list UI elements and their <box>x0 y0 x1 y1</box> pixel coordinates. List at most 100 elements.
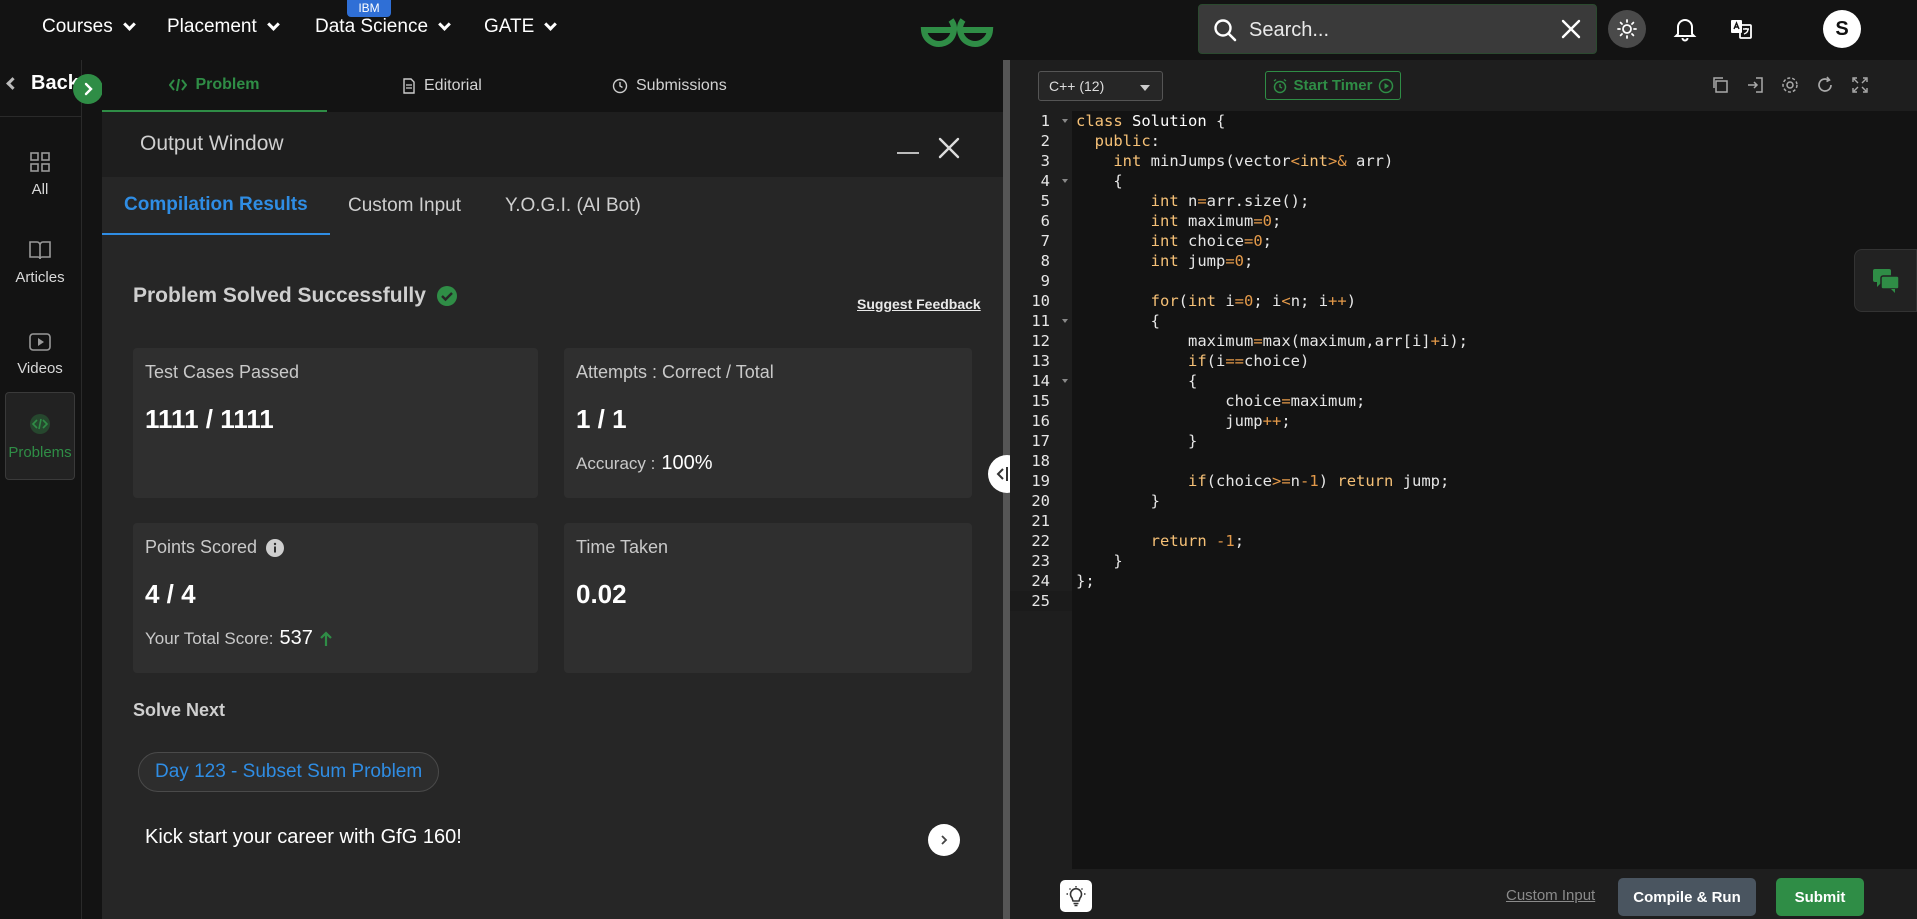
output-tabs: Compilation Results Custom Input Y.O.G.I… <box>102 177 1005 235</box>
user-avatar[interactable]: S <box>1823 10 1861 48</box>
kickstart-banner-text: Kick start your career with GfG 160! <box>145 826 462 848</box>
close-output-button[interactable] <box>937 136 961 165</box>
code-line: maximum=max(maximum,arr[i]+i); <box>1076 332 1468 350</box>
points-value: 4 / 4 <box>145 579 196 609</box>
sidebar-item-problems[interactable]: Problems <box>5 392 75 480</box>
chevron-down-icon <box>266 18 280 31</box>
sidebar-item-videos[interactable]: Videos <box>5 310 75 398</box>
fold-arrow-icon[interactable] <box>1062 179 1068 183</box>
ibm-badge: IBM <box>347 0 391 17</box>
points-label: Points Scored <box>145 537 258 557</box>
output-window-header: Output Window <box>102 112 1005 177</box>
tab-submissions-label: Submissions <box>636 77 727 94</box>
language-select[interactable]: C++ (12) <box>1038 71 1163 101</box>
sidebar-item-all[interactable]: All <box>5 130 75 218</box>
sidebar-item-articles[interactable]: Articles <box>5 218 75 306</box>
minimize-button[interactable] <box>897 152 919 154</box>
nav-placement-label: Placement <box>167 16 257 37</box>
code-line: int choice=0; <box>1150 232 1273 250</box>
line-number: 7 <box>1040 232 1050 250</box>
search-input[interactable] <box>1249 15 1539 45</box>
alarm-icon <box>1273 78 1286 93</box>
nav-gate[interactable]: GATE <box>484 16 558 38</box>
line-number: 22 <box>1031 532 1050 550</box>
notification-button[interactable] <box>1666 10 1704 48</box>
code-line: if(i==choice) <box>1187 352 1310 370</box>
next-problem-chip[interactable]: Day 123 - Subset Sum Problem <box>138 752 440 792</box>
start-timer-button[interactable]: Start Timer <box>1265 71 1401 100</box>
line-number: 24 <box>1031 572 1050 590</box>
time-value: 0.02 <box>576 579 627 609</box>
chevron-left-icon <box>6 77 19 90</box>
line-number: 19 <box>1031 472 1050 490</box>
close-icon[interactable] <box>1560 18 1582 45</box>
tests-value: 1111 / 1111 <box>145 404 274 434</box>
fold-arrow-icon[interactable] <box>1062 379 1068 383</box>
translate-icon <box>1731 20 1752 39</box>
chat-button[interactable] <box>1854 249 1917 312</box>
code-icon <box>169 78 188 92</box>
theme-toggle-button[interactable] <box>1608 10 1646 48</box>
nav-placement[interactable]: Placement <box>167 16 280 38</box>
language-select-value: C++ (12) <box>1049 78 1105 94</box>
close-icon <box>938 137 960 159</box>
top-navbar: Courses Placement IBM Data Science GATE … <box>0 0 1917 60</box>
line-number: 9 <box>1040 272 1050 290</box>
nav-gate-label: GATE <box>484 16 535 37</box>
import-icon[interactable] <box>1745 75 1765 95</box>
line-number: 8 <box>1040 252 1050 270</box>
total-score-label: Your Total Score: <box>145 628 274 648</box>
translate-button[interactable] <box>1722 10 1760 48</box>
sidebar-item-label: Problems <box>8 443 72 461</box>
line-number: 1 <box>1040 112 1050 130</box>
fold-arrow-icon[interactable] <box>1062 119 1068 123</box>
code-line: int n=arr.size(); <box>1150 192 1310 210</box>
sidebar-item-label: Articles <box>15 268 65 286</box>
line-number: 3 <box>1040 152 1050 170</box>
fold-arrow-icon[interactable] <box>1062 319 1068 323</box>
tab-problem[interactable]: Problem <box>102 60 327 112</box>
line-number: 5 <box>1040 192 1050 210</box>
line-number: 25 <box>1031 592 1050 610</box>
copy-icon[interactable] <box>1710 75 1730 95</box>
sidebar-item-label: Videos <box>17 359 63 377</box>
expand-sidebar-button[interactable] <box>73 74 103 104</box>
settings-icon[interactable] <box>1780 75 1800 95</box>
chevron-down-icon <box>544 18 558 31</box>
check-circle-icon <box>436 286 457 306</box>
kickstart-arrow-button[interactable] <box>928 824 960 856</box>
submit-button[interactable]: Submit <box>1776 878 1864 916</box>
tab-custom-input[interactable]: Custom Input <box>348 177 461 235</box>
code-line: jump++; <box>1076 412 1291 430</box>
back-button[interactable]: Back <box>6 72 79 95</box>
suggest-feedback-link[interactable]: Suggest Feedback <box>857 296 981 312</box>
line-number: 11 <box>1031 312 1050 330</box>
chevron-down-icon <box>438 18 451 31</box>
grid-icon <box>30 151 50 172</box>
search-icon[interactable] <box>1213 18 1237 47</box>
tab-yogi-ai-bot[interactable]: Y.O.G.I. (AI Bot) <box>505 177 641 235</box>
points-label-row: Points Scored <box>145 537 285 558</box>
line-number: 6 <box>1040 212 1050 230</box>
custom-input-link[interactable]: Custom Input <box>1506 887 1595 904</box>
nav-data-science[interactable]: Data Science <box>315 16 451 38</box>
tab-editorial[interactable]: Editorial <box>402 60 482 112</box>
accuracy-row: Accuracy :100% <box>576 452 713 475</box>
code-line: { <box>1076 312 1160 330</box>
gfg-logo-icon[interactable] <box>918 8 996 55</box>
reset-icon[interactable] <box>1815 75 1835 95</box>
compile-run-button[interactable]: Compile & Run <box>1618 878 1756 916</box>
hint-button[interactable] <box>1060 880 1092 912</box>
tab-editorial-label: Editorial <box>424 77 482 94</box>
code-line: } <box>1076 492 1160 510</box>
tab-compilation-results[interactable]: Compilation Results <box>102 177 330 235</box>
tab-submissions[interactable]: Submissions <box>612 60 727 112</box>
fullscreen-icon[interactable] <box>1850 75 1870 95</box>
attempts-value: 1 / 1 <box>576 404 627 434</box>
document-icon <box>403 78 415 94</box>
info-icon[interactable] <box>265 538 285 558</box>
time-card: Time Taken 0.02 <box>564 523 972 673</box>
code-icon <box>30 413 50 434</box>
code-editor[interactable]: class Solution { public: int minJumps(ve… <box>1072 111 1917 869</box>
nav-courses[interactable]: Courses <box>42 16 136 38</box>
